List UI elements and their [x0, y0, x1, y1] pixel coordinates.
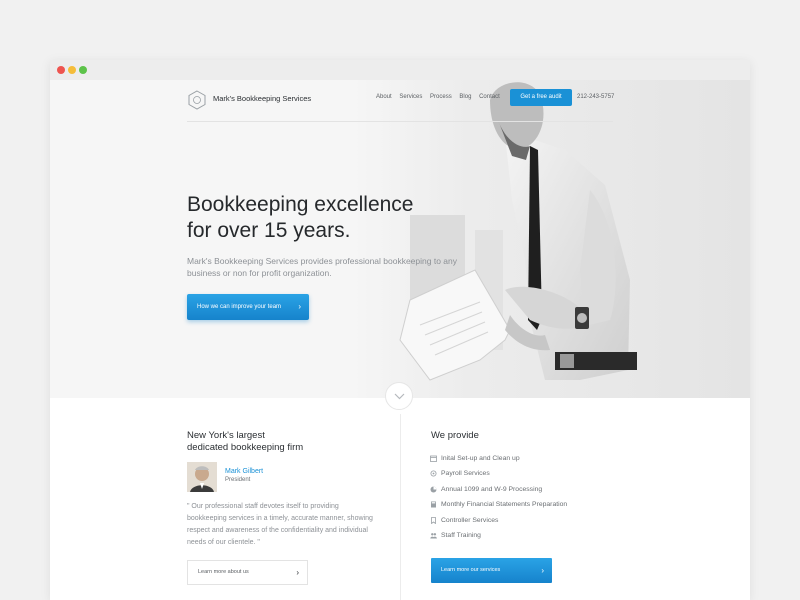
service-label: Staff Training: [441, 531, 481, 539]
column-divider: [400, 414, 401, 600]
service-label: Payroll Services: [441, 470, 490, 478]
learn-more-services-label: Learn more our services: [441, 567, 501, 573]
minimize-window-button[interactable]: [68, 66, 76, 74]
about-title-line-2: dedicated bookkeeping firm: [187, 442, 304, 453]
avatar: [187, 462, 217, 492]
chevron-right-icon: ›: [296, 568, 299, 577]
settings-icon: [430, 470, 437, 477]
people-icon: [430, 533, 437, 539]
hero-title: Bookkeeping excellence for over 15 years…: [187, 192, 414, 244]
list-item: Annual 1099 and W-9 Processing: [430, 486, 567, 501]
chevron-down-icon: [394, 393, 405, 400]
nav-links: About Services Process Blog Contact: [376, 94, 506, 100]
chevron-right-icon: ›: [298, 302, 301, 311]
nav-link-services[interactable]: Services: [399, 94, 422, 100]
nav-link-contact[interactable]: Contact: [479, 94, 500, 100]
about-title-line-1: New York's largest: [187, 430, 265, 441]
list-item: Staff Training: [430, 532, 567, 547]
pie-chart-icon: [430, 486, 437, 493]
about-title: New York's largest dedicated bookkeeping…: [187, 430, 303, 454]
learn-more-about-button[interactable]: Learn more about us ›: [187, 560, 308, 585]
phone-number[interactable]: 212-243-5757: [577, 94, 614, 100]
chevron-right-icon: ›: [541, 566, 544, 575]
top-navigation: Mark's Bookkeeping Services About Servic…: [187, 86, 614, 122]
nav-link-process[interactable]: Process: [430, 94, 452, 100]
nav-link-about[interactable]: About: [376, 94, 392, 100]
browser-titlebar: [50, 60, 750, 80]
nav-link-blog[interactable]: Blog: [459, 94, 471, 100]
service-label: Controller Services: [441, 516, 499, 524]
person-name[interactable]: Mark Gilbert: [225, 468, 263, 475]
service-label: Annual 1099 and W-9 Processing: [441, 485, 543, 493]
content-section: New York's largest dedicated bookkeeping…: [50, 398, 750, 600]
logo-icon[interactable]: [187, 90, 207, 110]
hero-subtitle: Mark's Bookkeeping Services provides pro…: [187, 256, 457, 278]
learn-more-services-button[interactable]: Learn more our services ›: [431, 558, 552, 583]
bookmark-icon: [431, 516, 436, 524]
list-item: Controller Services: [430, 517, 567, 532]
list-item: Monthly Financial Statements Preparation: [430, 501, 567, 516]
avatar-photo: [187, 462, 217, 492]
services-list: Inital Set-up and Clean up Payroll Servi…: [430, 455, 567, 547]
service-label: Monthly Financial Statements Preparation: [441, 501, 568, 509]
hero-title-line-2: for over 15 years.: [187, 219, 351, 242]
list-item: Inital Set-up and Clean up: [430, 455, 567, 470]
learn-more-about-label: Learn more about us: [198, 569, 249, 575]
free-audit-button[interactable]: Get a free audit: [510, 89, 572, 106]
company-quote: " Our professional staff devotes itself …: [187, 503, 373, 546]
list-item: Payroll Services: [430, 470, 567, 485]
improve-team-button-label: How we can improve your team: [197, 304, 282, 310]
browser-window: Mark's Bookkeeping Services About Servic…: [50, 60, 750, 600]
maximize-window-button[interactable]: [79, 66, 87, 74]
hero-title-line-1: Bookkeeping excellence: [187, 193, 414, 216]
hero-section: Mark's Bookkeeping Services About Servic…: [50, 80, 750, 398]
close-window-button[interactable]: [57, 66, 65, 74]
scroll-down-button[interactable]: [385, 382, 413, 410]
services-title: We provide: [431, 430, 479, 441]
brand-name[interactable]: Mark's Bookkeeping Services: [213, 94, 311, 103]
person-role: President: [225, 477, 251, 483]
improve-team-button[interactable]: How we can improve your team ›: [187, 294, 309, 320]
calculator-icon: [431, 501, 436, 508]
calendar-icon: [430, 455, 437, 462]
service-label: Inital Set-up and Clean up: [441, 455, 520, 462]
